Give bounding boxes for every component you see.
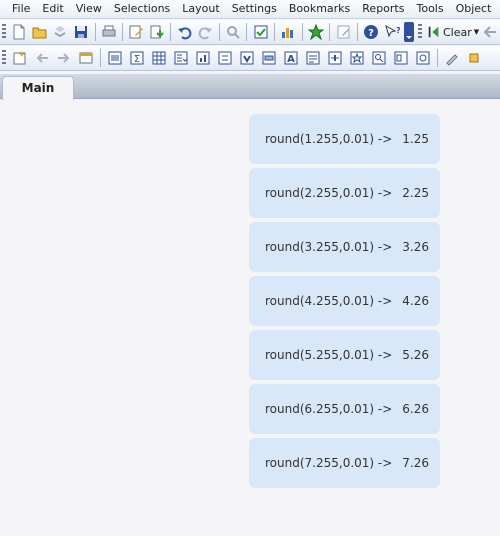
- text-object[interactable]: round(7.255,0.01) -> 7.26: [249, 438, 440, 488]
- menu-reports[interactable]: Reports: [356, 0, 410, 18]
- text-object[interactable]: round(5.255,0.01) -> 5.26: [249, 330, 440, 380]
- expression-text: round(3.255,0.01) ->: [265, 240, 393, 254]
- undo-icon[interactable]: [176, 23, 193, 41]
- back-sheet-icon[interactable]: [33, 49, 51, 67]
- edit-script-icon[interactable]: [128, 23, 145, 41]
- current-selections-icon[interactable]: [238, 49, 256, 67]
- expression-text: round(7.255,0.01) ->: [265, 456, 393, 470]
- expression-text: round(2.255,0.01) ->: [265, 186, 393, 200]
- menu-bar: File Edit View Selections Layout Setting…: [0, 0, 500, 19]
- toolbar-separator: [170, 23, 172, 41]
- slider-icon[interactable]: [326, 49, 344, 67]
- container-icon[interactable]: [392, 49, 410, 67]
- new-icon[interactable]: [11, 23, 28, 41]
- checkbox-icon[interactable]: [252, 23, 269, 41]
- line-arrow-icon[interactable]: [304, 49, 322, 67]
- toolbar-separator: [437, 49, 438, 67]
- text-object[interactable]: round(3.255,0.01) -> 3.26: [249, 222, 440, 272]
- clear-icon: [428, 26, 439, 38]
- toolbar-separator: [122, 23, 124, 41]
- menu-file[interactable]: File: [0, 0, 36, 18]
- statistics-box-icon[interactable]: Σ: [128, 49, 146, 67]
- text-object[interactable]: round(1.255,0.01) -> 1.25: [249, 114, 440, 164]
- sheet-properties-icon[interactable]: [77, 49, 95, 67]
- menu-tools[interactable]: Tools: [410, 0, 449, 18]
- reload-data-icon[interactable]: [149, 23, 166, 41]
- result-value: 4.26: [402, 294, 429, 308]
- more-icon[interactable]: [465, 49, 483, 67]
- edit-icon[interactable]: [335, 23, 352, 41]
- svg-text:Σ: Σ: [134, 54, 140, 65]
- result-value: 5.26: [402, 348, 429, 362]
- text-object-icon[interactable]: A: [282, 49, 300, 67]
- toolbar-separator: [274, 23, 275, 41]
- chart-icon[interactable]: [280, 23, 297, 41]
- menu-edit[interactable]: Edit: [36, 0, 69, 18]
- toolbar-grip[interactable]: [2, 24, 6, 40]
- chart-object-icon[interactable]: [194, 49, 212, 67]
- search-icon[interactable]: [225, 23, 242, 41]
- toolbar-separator: [100, 49, 101, 67]
- toolbar-grip[interactable]: [418, 24, 422, 40]
- input-box-icon[interactable]: [216, 49, 234, 67]
- text-object[interactable]: round(2.255,0.01) -> 2.25: [249, 168, 440, 218]
- toolbar-separator: [246, 23, 248, 41]
- overflow-icon[interactable]: [404, 22, 415, 42]
- toolbar-separator: [301, 23, 303, 41]
- chevron-down-icon[interactable]: ▼: [474, 28, 479, 36]
- clear-button[interactable]: Clear ▼: [427, 25, 479, 39]
- expression-text: round(6.255,0.01) ->: [265, 402, 393, 416]
- result-value: 2.25: [402, 186, 429, 200]
- toolbar-separator: [329, 23, 331, 41]
- forward-sheet-icon[interactable]: [55, 49, 73, 67]
- toolbar-grip[interactable]: [2, 50, 6, 66]
- bookmark-star-icon[interactable]: [307, 23, 325, 41]
- standard-toolbar: ? ? Clear ▼: [0, 20, 500, 45]
- svg-text:?: ?: [396, 26, 400, 35]
- back-icon[interactable]: [481, 23, 498, 41]
- menu-view[interactable]: View: [70, 0, 108, 18]
- open-icon[interactable]: [31, 23, 48, 41]
- result-value: 1.25: [402, 132, 429, 146]
- redo-icon[interactable]: [197, 23, 214, 41]
- new-sheet-icon[interactable]: [11, 49, 29, 67]
- toolbar-separator: [356, 23, 358, 41]
- menu-layout[interactable]: Layout: [176, 0, 225, 18]
- listbox-icon[interactable]: [106, 49, 124, 67]
- reload-icon[interactable]: [52, 23, 69, 41]
- svg-text:?: ?: [368, 28, 374, 39]
- text-object[interactable]: round(4.255,0.01) -> 4.26: [249, 276, 440, 326]
- toolbar-separator: [218, 23, 220, 41]
- help-icon[interactable]: ?: [363, 23, 380, 41]
- search-object-icon[interactable]: [370, 49, 388, 67]
- sheet-tab-strip: Main: [0, 74, 500, 100]
- result-value: 6.26: [402, 402, 429, 416]
- expression-text: round(1.255,0.01) ->: [265, 132, 393, 146]
- multibox-icon[interactable]: [172, 49, 190, 67]
- svg-text:A: A: [287, 54, 295, 65]
- pointer-help-icon[interactable]: ?: [384, 23, 401, 41]
- custom-object-icon[interactable]: [414, 49, 432, 67]
- print-icon[interactable]: [100, 23, 117, 41]
- design-grid-icon[interactable]: [443, 49, 461, 67]
- design-toolbar: Σ A: [0, 46, 500, 71]
- text-object[interactable]: round(6.255,0.01) -> 6.26: [249, 384, 440, 434]
- result-value: 3.26: [402, 240, 429, 254]
- result-value: 7.26: [402, 456, 429, 470]
- save-icon[interactable]: [73, 23, 90, 41]
- bookmark-object-icon[interactable]: [348, 49, 366, 67]
- clear-label: Clear: [442, 25, 472, 39]
- toolbar-separator: [94, 23, 96, 41]
- tab-main[interactable]: Main: [2, 76, 74, 100]
- menu-settings[interactable]: Settings: [226, 0, 283, 18]
- menu-selections[interactable]: Selections: [108, 0, 176, 18]
- table-box-icon[interactable]: [150, 49, 168, 67]
- expression-text: round(5.255,0.01) ->: [265, 348, 393, 362]
- button-object-icon[interactable]: [260, 49, 278, 67]
- sheet-content: round(1.255,0.01) -> 1.25 round(2.255,0.…: [249, 114, 440, 492]
- expression-text: round(4.255,0.01) ->: [265, 294, 393, 308]
- menu-object[interactable]: Object: [450, 0, 498, 18]
- menu-bookmarks[interactable]: Bookmarks: [283, 0, 356, 18]
